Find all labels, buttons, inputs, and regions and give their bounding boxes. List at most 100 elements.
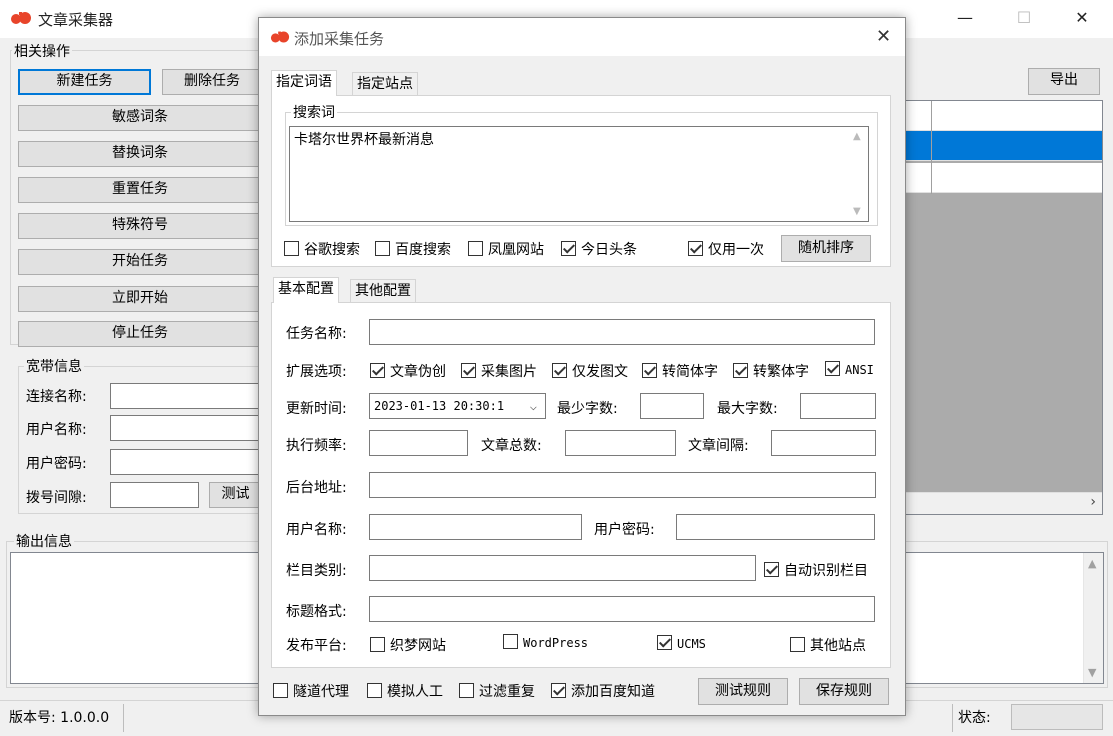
dialog-close-icon[interactable]: ✕ xyxy=(876,26,891,47)
tunnel-proxy-checkbox[interactable]: 隧道代理 xyxy=(273,681,349,701)
pseudo-original-checkbox[interactable]: 文章伪创 xyxy=(370,361,446,381)
update-time-picker[interactable]: 2023-01-13 20:30:1 ⌵ xyxy=(369,393,546,419)
simulate-human-checkbox[interactable]: 模拟人工 xyxy=(367,681,443,701)
frequency-input[interactable] xyxy=(369,430,468,456)
add-baidu-zhidao-checkbox[interactable]: 添加百度知道 xyxy=(551,681,655,701)
wordpress-checkbox[interactable]: WordPress xyxy=(503,634,588,651)
scroll-up-icon[interactable]: ▲ xyxy=(1088,557,1096,570)
backend-url-input[interactable] xyxy=(369,472,876,498)
baidu-search-checkbox[interactable]: 百度搜索 xyxy=(375,239,451,259)
dial-interval-input[interactable] xyxy=(110,482,199,508)
other-site-checkbox[interactable]: 其他站点 xyxy=(790,635,866,655)
filter-duplicate-checkbox[interactable]: 过滤重复 xyxy=(459,681,535,701)
check-icon[interactable] xyxy=(688,241,703,256)
update-time-label: 更新时间: xyxy=(286,401,347,417)
window-title: 文章采集器 xyxy=(38,11,114,29)
check-icon[interactable] xyxy=(561,241,576,256)
checkbox-icon[interactable] xyxy=(468,241,483,256)
close-icon[interactable]: ✕ xyxy=(1072,8,1092,28)
check-icon[interactable] xyxy=(642,363,657,378)
test-rule-button[interactable]: 测试规则 xyxy=(698,678,788,705)
bb-password-input[interactable] xyxy=(110,449,262,475)
ops-group-label: 相关操作 xyxy=(12,41,72,61)
tab-keywords[interactable]: 指定词语 xyxy=(271,70,337,96)
special-symbols-button[interactable]: 特殊符号 xyxy=(18,213,262,239)
reset-task-button[interactable]: 重置任务 xyxy=(18,177,262,203)
ucms-checkbox[interactable]: UCMS xyxy=(657,635,706,652)
checkbox-icon[interactable] xyxy=(375,241,390,256)
checkbox-icon[interactable] xyxy=(370,637,385,652)
vertical-scrollbar[interactable]: ▲ ▼ xyxy=(848,127,868,221)
export-button[interactable]: 导出 xyxy=(1028,68,1100,95)
start-task-button[interactable]: 开始任务 xyxy=(18,249,262,275)
check-icon[interactable] xyxy=(370,363,385,378)
minimize-icon[interactable]: — xyxy=(955,8,975,28)
max-words-input[interactable] xyxy=(800,393,876,419)
check-icon[interactable] xyxy=(733,363,748,378)
check-icon[interactable] xyxy=(825,361,840,376)
collect-images-checkbox[interactable]: 采集图片 xyxy=(461,361,537,381)
task-grid[interactable]: › xyxy=(900,100,1103,515)
stop-task-button[interactable]: 停止任务 xyxy=(18,321,262,347)
to-traditional-checkbox[interactable]: 转繁体字 xyxy=(733,361,809,381)
auto-category-checkbox[interactable]: 自动识别栏目 xyxy=(764,560,868,580)
horizontal-scrollbar[interactable]: › xyxy=(901,492,1102,514)
tab-other-config[interactable]: 其他配置 xyxy=(350,279,416,303)
tab-basic-config[interactable]: 基本配置 xyxy=(273,277,339,303)
task-name-input[interactable] xyxy=(369,319,875,345)
scroll-up-icon[interactable]: ▲ xyxy=(853,131,861,142)
bb-password-label: 用户密码: xyxy=(26,456,87,472)
check-icon[interactable] xyxy=(551,683,566,698)
conn-name-input[interactable] xyxy=(110,383,262,409)
checkbox-icon[interactable] xyxy=(790,637,805,652)
to-simplified-checkbox[interactable]: 转简体字 xyxy=(642,361,718,381)
checkbox-label: 转简体字 xyxy=(662,364,718,380)
vertical-scrollbar[interactable]: ▲ ▼ xyxy=(1083,553,1103,683)
start-now-button[interactable]: 立即开始 xyxy=(18,286,262,312)
save-rule-button[interactable]: 保存规则 xyxy=(799,678,889,705)
title-format-input[interactable] xyxy=(369,596,875,622)
search-keywords-textarea[interactable]: 卡塔尔世界杯最新消息 xyxy=(289,126,869,222)
checkbox-label: 隧道代理 xyxy=(293,684,349,700)
basic-config-panel: 任务名称: 扩展选项: 文章伪创 采集图片 仅发图文 转简体字 转繁体字 ANS… xyxy=(271,302,891,668)
checkbox-icon[interactable] xyxy=(459,683,474,698)
use-once-checkbox[interactable]: 仅用一次 xyxy=(688,239,764,259)
site-password-input[interactable] xyxy=(676,514,875,540)
scroll-down-icon[interactable]: ▼ xyxy=(853,206,861,217)
total-articles-input[interactable] xyxy=(565,430,676,456)
ifeng-checkbox[interactable]: 凤凰网站 xyxy=(468,239,544,259)
check-icon[interactable] xyxy=(657,635,672,650)
category-input[interactable] xyxy=(369,555,756,581)
delete-task-button[interactable]: 删除任务 xyxy=(162,69,262,95)
google-search-checkbox[interactable]: 谷歌搜索 xyxy=(284,239,360,259)
toutiao-checkbox[interactable]: 今日头条 xyxy=(561,239,637,259)
check-icon[interactable] xyxy=(764,562,779,577)
checkbox-icon[interactable] xyxy=(273,683,288,698)
random-sort-button[interactable]: 随机排序 xyxy=(781,235,871,262)
test-button[interactable]: 测试 xyxy=(209,482,262,508)
sensitive-words-button[interactable]: 敏感词条 xyxy=(18,105,262,131)
min-words-input[interactable] xyxy=(640,393,704,419)
bb-user-input[interactable] xyxy=(110,415,262,441)
chevron-down-icon[interactable]: ⌵ xyxy=(530,397,537,415)
total-articles-label: 文章总数: xyxy=(481,438,542,454)
checkbox-icon[interactable] xyxy=(503,634,518,649)
checkbox-label: 自动识别栏目 xyxy=(784,563,868,579)
maximize-icon[interactable]: ☐ xyxy=(1014,8,1034,28)
output-group-label: 输出信息 xyxy=(14,531,74,551)
check-icon[interactable] xyxy=(461,363,476,378)
site-user-input[interactable] xyxy=(369,514,582,540)
ansi-checkbox[interactable]: ANSI xyxy=(825,361,874,378)
scroll-down-icon[interactable]: ▼ xyxy=(1088,666,1096,679)
new-task-button[interactable]: 新建任务 xyxy=(18,69,151,95)
checkbox-label: 今日头条 xyxy=(581,242,637,258)
tab-sites[interactable]: 指定站点 xyxy=(352,72,418,96)
article-interval-input[interactable] xyxy=(771,430,876,456)
dede-checkbox[interactable]: 织梦网站 xyxy=(370,635,446,655)
checkbox-icon[interactable] xyxy=(284,241,299,256)
image-only-checkbox[interactable]: 仅发图文 xyxy=(552,361,628,381)
checkbox-icon[interactable] xyxy=(367,683,382,698)
check-icon[interactable] xyxy=(552,363,567,378)
scroll-right-icon[interactable]: › xyxy=(1090,494,1096,510)
replace-words-button[interactable]: 替换词条 xyxy=(18,141,262,167)
